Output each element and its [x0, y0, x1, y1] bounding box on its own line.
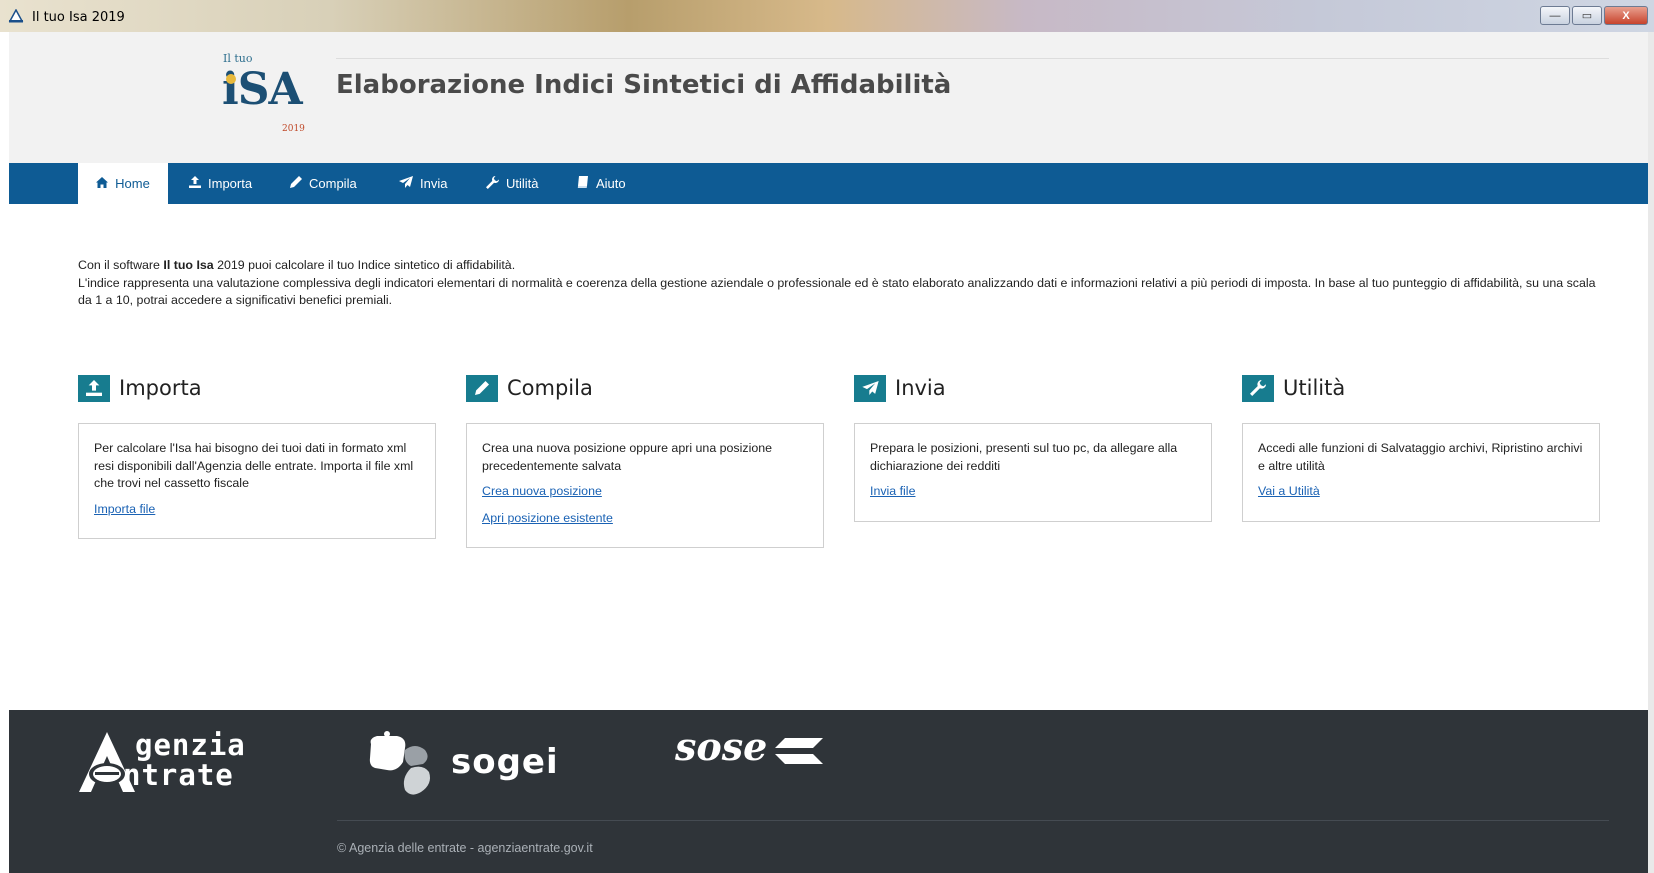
logo-year: 2019 — [282, 124, 305, 134]
maximize-button[interactable]: ▭ — [1572, 6, 1602, 25]
intro-line-2: L'indice rappresenta una valutazione com… — [78, 275, 1596, 308]
window-titlebar: Il tuo Isa 2019 — ▭ X — [0, 0, 1654, 33]
sogei-text: sogei — [451, 742, 559, 782]
app-icon — [8, 9, 24, 23]
nav-home[interactable]: Home — [78, 163, 168, 204]
home-icon — [96, 176, 109, 191]
sose-logo: sose — [667, 724, 837, 774]
nav-invia[interactable]: Invia — [399, 163, 447, 204]
section-utilita-heading: Utilità — [1242, 373, 1345, 403]
section-invia-heading: Invia — [854, 373, 946, 403]
page-footer: genzia ntrate sogei sose © Agenzia delle… — [9, 710, 1654, 873]
agenzia-entrate-logo: genzia ntrate — [77, 728, 307, 800]
minimize-button[interactable]: — — [1540, 6, 1570, 25]
main-nav: Home Importa Compila Invia Utilità Aiuto — [9, 163, 1654, 204]
page-title: Elaborazione Indici Sintetici di Affidab… — [336, 70, 952, 100]
pencil-icon — [290, 176, 302, 191]
section-utilita-title: Utilità — [1283, 376, 1346, 400]
window-right-border — [1648, 32, 1654, 873]
section-compila-heading: Compila — [466, 373, 593, 403]
header-divider — [336, 58, 1609, 59]
nav-utilita-label: Utilità — [506, 176, 539, 191]
pencil-icon — [466, 374, 498, 402]
nav-aiuto-label: Aiuto — [596, 176, 626, 191]
card-invia: Prepara le posizioni, presenti sul tuo p… — [854, 423, 1212, 522]
sose-mark-icon — [775, 738, 823, 764]
intro-line-1: Con il software Il tuo Isa 2019 puoi cal… — [78, 257, 1598, 275]
send-icon — [399, 176, 413, 191]
card-importa: Per calcolare l'Isa hai bisogno dei tuoi… — [78, 423, 436, 539]
send-icon — [854, 374, 886, 402]
card-utilita-text: Accedi alle funzioni di Salvataggio arch… — [1258, 441, 1583, 473]
section-importa-title: Importa — [119, 376, 202, 400]
intro-line-1-pre: Con il software — [78, 258, 164, 272]
wrench-icon — [486, 175, 499, 192]
nav-compila[interactable]: Compila — [290, 163, 357, 204]
book-icon — [577, 176, 589, 191]
agenzia-text-line2: ntrate — [123, 758, 234, 792]
nav-aiuto[interactable]: Aiuto — [577, 163, 626, 204]
section-importa-heading: Importa — [78, 373, 202, 403]
close-button[interactable]: X — [1604, 6, 1648, 25]
upload-icon — [189, 176, 201, 191]
importa-file-link[interactable]: Importa file — [94, 501, 420, 519]
vai-a-utilita-link[interactable]: Vai a Utilità — [1258, 483, 1584, 501]
crea-nuova-posizione-link[interactable]: Crea nuova posizione — [482, 483, 808, 501]
window-title: Il tuo Isa 2019 — [32, 10, 125, 25]
upload-icon — [78, 374, 110, 402]
nav-importa-label: Importa — [208, 176, 253, 191]
sose-text: sose — [675, 724, 768, 769]
wrench-icon — [1242, 374, 1274, 402]
footer-divider — [337, 820, 1609, 821]
nav-compila-label: Compila — [309, 176, 357, 191]
nav-utilita[interactable]: Utilità — [486, 163, 539, 204]
copyright-text: © Agenzia delle entrate - agenziaentrate… — [337, 841, 593, 855]
card-compila-text: Crea una nuova posizione oppure apri una… — [482, 441, 773, 473]
sogei-logo: sogei — [367, 728, 567, 800]
card-utilita: Accedi alle funzioni di Salvataggio arch… — [1242, 423, 1600, 522]
window-controls: — ▭ X — [1540, 6, 1648, 25]
section-invia-title: Invia — [895, 376, 946, 400]
isa-logo: Il tuo iSA 2019 — [215, 52, 305, 147]
logo-dot — [226, 74, 236, 84]
window-left-border — [0, 32, 9, 873]
card-invia-text: Prepara le posizioni, presenti sul tuo p… — [870, 441, 1178, 473]
apri-posizione-esistente-link[interactable]: Apri posizione esistente — [482, 510, 808, 528]
nav-importa[interactable]: Importa — [189, 163, 252, 204]
app-header: Il tuo iSA 2019 Elaborazione Indici Sint… — [9, 32, 1654, 163]
intro-software-name: Il tuo Isa — [163, 258, 214, 272]
nav-home-label: Home — [115, 176, 150, 191]
nav-invia-label: Invia — [420, 176, 448, 191]
section-compila-title: Compila — [507, 376, 593, 400]
agenzia-text-line1: genzia — [135, 728, 246, 762]
sogei-mark-icon — [369, 731, 430, 795]
intro-text: Con il software Il tuo Isa 2019 puoi cal… — [78, 257, 1598, 310]
logo-big-text: iSA — [222, 64, 303, 115]
card-compila: Crea una nuova posizione oppure apri una… — [466, 423, 824, 548]
card-importa-text: Per calcolare l'Isa hai bisogno dei tuoi… — [94, 441, 414, 490]
intro-line-1-post: 2019 puoi calcolare il tuo Indice sintet… — [213, 258, 516, 272]
invia-file-link[interactable]: Invia file — [870, 483, 1196, 501]
